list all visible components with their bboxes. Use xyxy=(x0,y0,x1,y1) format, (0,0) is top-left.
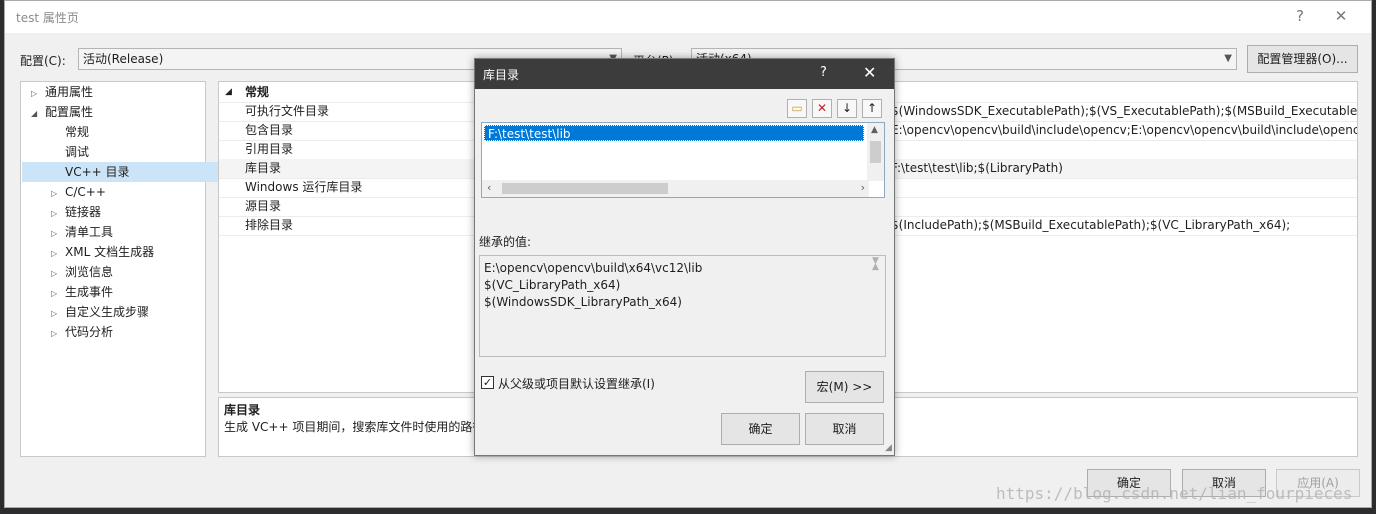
tree-item-config-properties[interactable]: ◢ 配置属性 xyxy=(31,102,93,122)
inherited-values-box: E:\opencv\opencv\build\x64\vc12\lib $(VC… xyxy=(479,255,886,357)
property-value: $(IncludePath);$(MSBuild_ExecutablePath)… xyxy=(891,218,1291,232)
chevron-down-icon: ▼ xyxy=(1224,53,1232,64)
dialog-help-button[interactable]: ? xyxy=(820,65,827,80)
scroll-thumb[interactable] xyxy=(502,183,668,194)
tree-item-custom-build-step[interactable]: ▷ 自定义生成步骤 xyxy=(51,302,149,322)
chevron-up-icon: ▲ xyxy=(871,125,878,135)
tree-item-label: 自定义生成步骤 xyxy=(65,305,150,319)
help-button[interactable]: ? xyxy=(1287,5,1313,29)
tree-item-linker[interactable]: ▷ 链接器 xyxy=(51,202,101,222)
checkmark-icon: ✓ xyxy=(482,376,493,389)
expand-icon: ▷ xyxy=(51,189,58,198)
tree-item-label: 浏览信息 xyxy=(65,265,114,279)
config-label: 配置(C): xyxy=(20,54,66,68)
expand-icon: ▷ xyxy=(51,249,58,258)
vertical-scrollbar[interactable]: ▲ xyxy=(867,123,884,181)
config-manager-button[interactable]: 配置管理器(O)... xyxy=(1247,45,1358,73)
arrow-up-icon: ↑ xyxy=(866,101,878,115)
tree-item-label: 通用属性 xyxy=(45,85,94,99)
tree-item-manifest-tool[interactable]: ▷ 清单工具 xyxy=(51,222,113,242)
section-label: 常规 xyxy=(245,85,270,99)
close-button[interactable]: ✕ xyxy=(1328,5,1354,29)
scroll-thumb[interactable] xyxy=(870,141,881,163)
tree-item-xml-doc-generator[interactable]: ▷ XML 文档生成器 xyxy=(51,242,154,262)
tree-item-build-events[interactable]: ▷ 生成事件 xyxy=(51,282,113,302)
expand-icon: ▷ xyxy=(31,89,38,98)
property-name: 包含目录 xyxy=(245,123,294,137)
collapse-icon: ◢ xyxy=(31,109,38,118)
expand-icon: ▷ xyxy=(51,289,58,298)
tree-item-label: 生成事件 xyxy=(65,285,114,299)
dialog-title: 库目录 xyxy=(483,68,520,82)
inherited-value: $(VC_LibraryPath_x64) xyxy=(484,278,621,292)
dialog-close-button[interactable]: ✕ xyxy=(863,63,876,82)
watermark: https://blog.csdn.net/lian_fourpieces xyxy=(996,484,1353,503)
new-line-button[interactable]: ▭ xyxy=(787,99,807,118)
property-name: 库目录 xyxy=(245,161,282,175)
macro-button[interactable]: 宏(M) >> xyxy=(805,371,884,403)
delete-icon: ✕ xyxy=(816,101,828,115)
tree-item-label: C/C++ xyxy=(65,185,106,199)
property-name: 可执行文件目录 xyxy=(245,104,330,118)
delete-line-button[interactable]: ✕ xyxy=(812,99,832,118)
property-value: E:\opencv\opencv\build\include\opencv;E:… xyxy=(891,123,1358,137)
property-name: Windows 运行库目录 xyxy=(245,180,363,194)
expand-icon: ▷ xyxy=(51,209,58,218)
inherit-checkbox-label[interactable]: 从父级或项目默认设置继承(I) xyxy=(498,375,655,392)
inherited-value: $(WindowsSDK_LibraryPath_x64) xyxy=(484,295,682,309)
property-value: F:\test\test\lib;$(LibraryPath) xyxy=(891,161,1063,175)
resize-grip-icon[interactable]: ◢ xyxy=(885,443,892,453)
expand-icon: ▷ xyxy=(51,329,58,338)
arrow-down-icon: ↓ xyxy=(841,101,853,115)
inherit-checkbox[interactable]: ✓ xyxy=(481,376,494,389)
property-tree: ▷ 通用属性 ◢ 配置属性 常规 调试 VC++ 目录 ▷ C/C++ ▷ 链接器 ▷ 清… xyxy=(20,81,247,457)
directory-list: F:\test\test\lib ▲ ‹ › xyxy=(481,122,885,198)
tree-item-label: 配置属性 xyxy=(45,105,94,119)
window-title: test 属性页 xyxy=(16,11,79,25)
tree-item-label: 清单工具 xyxy=(65,225,114,239)
tree-item-common-properties[interactable]: ▷ 通用属性 xyxy=(31,82,93,102)
property-name: 排除目录 xyxy=(245,218,294,232)
tree-item-browse-info[interactable]: ▷ 浏览信息 xyxy=(51,262,113,282)
tree-item-code-analysis[interactable]: ▷ 代码分析 xyxy=(51,322,113,342)
chevron-left-icon: ‹ xyxy=(487,181,492,194)
property-value: $(WindowsSDK_ExecutablePath);$(VS_Execut… xyxy=(891,104,1358,118)
tree-item-general[interactable]: 常规 xyxy=(65,122,89,142)
horizontal-scrollbar[interactable]: ‹ › xyxy=(482,180,869,197)
move-down-button[interactable]: ↓ xyxy=(837,99,857,118)
inherited-scrollbar[interactable]: ▲ ▼ xyxy=(868,256,885,273)
directory-entry[interactable]: F:\test\test\lib xyxy=(484,125,864,141)
expand-icon: ▷ xyxy=(51,309,58,318)
new-folder-icon: ▭ xyxy=(791,101,803,115)
tree-item-label: 代码分析 xyxy=(65,325,114,339)
library-directories-dialog: 库目录 ? ✕ ▭ ✕ ↓ ↑ F:\test\test\lib ▲ ‹ › 继… xyxy=(474,58,895,456)
tree-item-vc-directories[interactable]: VC++ 目录 xyxy=(22,162,247,182)
inherited-value: E:\opencv\opencv\build\x64\vc12\lib xyxy=(484,261,703,275)
tree-item-label: XML 文档生成器 xyxy=(65,245,155,259)
expand-icon: ▷ xyxy=(51,269,58,278)
tree-item-label: 链接器 xyxy=(65,205,102,219)
dialog-cancel-button[interactable]: 取消 xyxy=(805,413,884,445)
tree-item-debugging[interactable]: 调试 xyxy=(65,142,89,162)
tree-item-cpp[interactable]: ▷ C/C++ xyxy=(51,182,106,202)
move-up-button[interactable]: ↑ xyxy=(862,99,882,118)
collapse-icon: ◢ xyxy=(225,87,232,97)
inherited-values-label: 继承的值: xyxy=(479,235,532,249)
property-name: 源目录 xyxy=(245,199,282,213)
title-bar: test 属性页 ? ✕ xyxy=(5,1,1371,33)
chevron-right-icon: › xyxy=(860,181,865,194)
dialog-ok-button[interactable]: 确定 xyxy=(721,413,800,445)
dialog-title-bar: 库目录 ? ✕ xyxy=(475,59,894,89)
chevron-down-icon: ▼ xyxy=(872,256,879,266)
property-name: 引用目录 xyxy=(245,142,294,156)
expand-icon: ▷ xyxy=(51,229,58,238)
config-value: 活动(Release) xyxy=(83,52,164,66)
